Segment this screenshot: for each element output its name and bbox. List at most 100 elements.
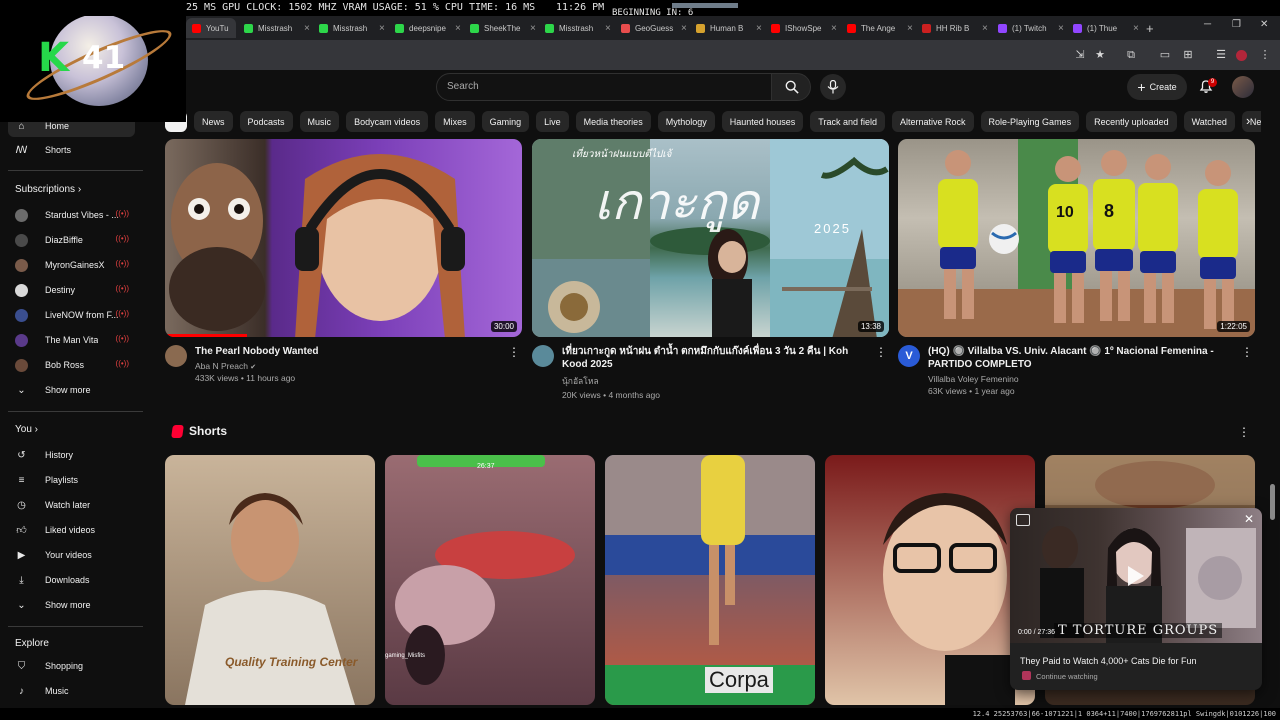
tab-close-icon[interactable]: × <box>982 23 988 34</box>
extensions-icon[interactable]: ⧉ <box>1124 48 1138 62</box>
short-card[interactable] <box>825 455 1035 705</box>
channel-avatar[interactable]: V <box>898 345 920 367</box>
filter-chip[interactable]: Track and field <box>810 111 885 132</box>
video-card[interactable]: เที่ยวหน้าฝนแบบตีไปเจ้ เกาะกูด 2025 13:3… <box>532 139 889 400</box>
tab-close-icon[interactable]: × <box>455 23 461 34</box>
show-more-subscriptions[interactable]: ⌄ Show more <box>8 379 135 401</box>
tab-close-icon[interactable]: × <box>530 23 536 34</box>
filter-chip[interactable]: Mythology <box>657 111 715 132</box>
filter-chip[interactable]: Haunted houses <box>721 111 804 132</box>
page-scrollbar[interactable] <box>1270 484 1275 520</box>
video-thumbnail[interactable]: เที่ยวหน้าฝนแบบตีไปเจ้ เกาะกูด 2025 13:3… <box>532 139 889 337</box>
sidebar-subscription[interactable]: Bob Ross ((•)) <box>8 354 135 376</box>
sidebar-subscription[interactable]: LiveNOW from F... ((•)) <box>8 304 135 326</box>
sidebar-item-downloads[interactable]: ⤓ Downloads <box>8 569 135 591</box>
video-title[interactable]: เที่ยวเกาะกูด หน้าฝน ตำน้ำ ตกหมึกกับแก๊ง… <box>562 345 889 371</box>
search-input[interactable]: Search <box>436 73 772 101</box>
browser-tab[interactable]: Human B × <box>690 18 762 38</box>
sidebar-subscription[interactable]: Destiny ((•)) <box>8 279 135 301</box>
browser-tab[interactable]: Misstrash × <box>539 18 611 38</box>
mini-player-status[interactable]: Continue watching <box>1036 672 1098 681</box>
sidebar-item-liked-videos[interactable]: 👍︎ Liked videos <box>8 519 135 541</box>
filter-chip[interactable]: News <box>194 111 233 132</box>
browser-tab[interactable]: (1) Thue × <box>1067 18 1139 38</box>
tab-close-icon[interactable]: × <box>304 23 310 34</box>
maximize-icon[interactable]: ❐ <box>1232 19 1241 30</box>
browser-tab[interactable]: Misstrash × <box>313 18 385 38</box>
minimize-icon[interactable]: ─ <box>1204 19 1211 30</box>
create-button[interactable]: + Create <box>1127 74 1187 100</box>
sidebar-item-playlists[interactable]: ≡ Playlists <box>8 469 135 491</box>
browser-tab[interactable]: GeoGuess × <box>615 18 687 38</box>
more-options-icon[interactable]: ⋮ <box>1241 345 1253 359</box>
expand-icon[interactable] <box>1016 514 1030 526</box>
sidebar-item-your-videos[interactable]: ▶ Your videos <box>8 544 135 566</box>
channel-name[interactable]: Aba N Preach ✔ <box>195 361 522 371</box>
voice-search-button[interactable] <box>820 74 846 100</box>
video-card[interactable]: 10 8 1:22:05 V (HQ) 🔘 Villalba VS. Univ.… <box>898 139 1255 396</box>
close-icon[interactable]: ✕ <box>1244 512 1254 526</box>
play-icon[interactable] <box>1128 566 1144 586</box>
browser-tab[interactable]: IShowSpe × <box>765 18 837 38</box>
mini-player[interactable]: ✕ T TORTURE GROUPS 0:00 / 27:36 They Pai… <box>1010 508 1262 690</box>
sidebar-item-shorts[interactable]: ꟿ Shorts <box>8 139 135 161</box>
profile-icon[interactable] <box>1236 50 1247 61</box>
filter-chip[interactable]: Role-Playing Games <box>980 111 1080 132</box>
media-controls-icon[interactable]: ☰ <box>1214 48 1228 62</box>
filter-chip[interactable]: Podcasts <box>239 111 293 132</box>
browser-tab[interactable]: Misstrash × <box>238 18 310 38</box>
channel-avatar[interactable] <box>532 345 554 367</box>
video-thumbnail[interactable]: 10 8 1:22:05 <box>898 139 1255 337</box>
video-title[interactable]: (HQ) 🔘 Villalba VS. Univ. Alacant 🔘 1º N… <box>928 345 1255 371</box>
short-card[interactable]: Corpa <box>605 455 815 705</box>
tab-close-icon[interactable]: × <box>681 23 687 34</box>
filter-chip[interactable]: Music <box>299 111 340 132</box>
filter-chip[interactable]: Recently uploaded <box>1086 111 1177 132</box>
short-card[interactable]: 26:37 gaming_Misfits <box>385 455 595 705</box>
filter-chip[interactable]: Gaming <box>481 111 530 132</box>
video-card[interactable]: 30:00 The Pearl Nobody Wanted Aba N Prea… <box>165 139 522 383</box>
mini-player-video[interactable]: ✕ T TORTURE GROUPS 0:00 / 27:36 <box>1010 508 1262 643</box>
more-options-icon[interactable]: ⋮ <box>508 345 520 359</box>
tab-close-icon[interactable]: × <box>1133 23 1139 34</box>
sidebar-subscription[interactable]: DiazBiffle ((•)) <box>8 229 135 251</box>
short-card[interactable]: Quality Training Center <box>165 455 375 705</box>
install-app-icon[interactable]: ⇲ <box>1073 48 1087 62</box>
video-thumbnail[interactable]: 30:00 <box>165 139 522 337</box>
tab-search-icon[interactable]: ⊞ <box>1181 48 1195 62</box>
filter-chip[interactable]: Mixes <box>435 111 475 132</box>
new-tab-button[interactable]: + <box>1146 18 1154 38</box>
you-heading[interactable]: You › <box>15 424 38 435</box>
channel-name[interactable]: Villalba Voley Femenino <box>928 374 1255 384</box>
tab-close-icon[interactable]: × <box>1058 23 1064 34</box>
channel-avatar[interactable] <box>165 345 187 367</box>
sidebar-subscription[interactable]: MyronGainesX ((•)) <box>8 254 135 276</box>
filter-chip[interactable]: Live <box>536 111 569 132</box>
chips-next-icon[interactable]: › <box>1246 113 1250 128</box>
filter-chip[interactable]: Watched <box>1183 111 1235 132</box>
window-close-icon[interactable]: ✕ <box>1260 19 1268 30</box>
sidebar-item-history[interactable]: ↺ History <box>8 444 135 466</box>
sidebar-subscription[interactable]: The Man Vita ((•)) <box>8 329 135 351</box>
filter-chip[interactable]: Media theories <box>575 111 651 132</box>
browser-tab[interactable]: The Ange × <box>841 18 913 38</box>
filter-chip[interactable]: New <box>1241 111 1261 132</box>
shorts-more-options-icon[interactable]: ⋮ <box>1238 425 1250 439</box>
filter-chip[interactable]: Bodycam videos <box>346 111 429 132</box>
search-button[interactable] <box>771 73 811 101</box>
browser-tab[interactable]: SheekThe × <box>464 18 536 38</box>
bookmark-star-icon[interactable]: ★ <box>1093 48 1107 62</box>
cast-icon[interactable]: ▭ <box>1158 48 1172 62</box>
browser-tab[interactable]: deepsnipe × <box>389 18 461 38</box>
browser-tab[interactable]: (1) Twitch × <box>992 18 1064 38</box>
tab-close-icon[interactable]: × <box>831 23 837 34</box>
browser-tab[interactable]: HH Rib B × <box>916 18 988 38</box>
browser-menu-icon[interactable]: ⋮ <box>1258 48 1272 62</box>
subscriptions-heading[interactable]: Subscriptions › <box>15 184 81 195</box>
more-options-icon[interactable]: ⋮ <box>875 345 887 359</box>
tab-close-icon[interactable]: × <box>756 23 762 34</box>
video-title[interactable]: The Pearl Nobody Wanted <box>195 345 522 358</box>
channel-name[interactable]: นุ้กอัลโหล <box>562 374 889 388</box>
mini-player-title[interactable]: They Paid to Watch 4,000+ Cats Die for F… <box>1020 656 1197 666</box>
tab-close-icon[interactable]: × <box>907 23 913 34</box>
